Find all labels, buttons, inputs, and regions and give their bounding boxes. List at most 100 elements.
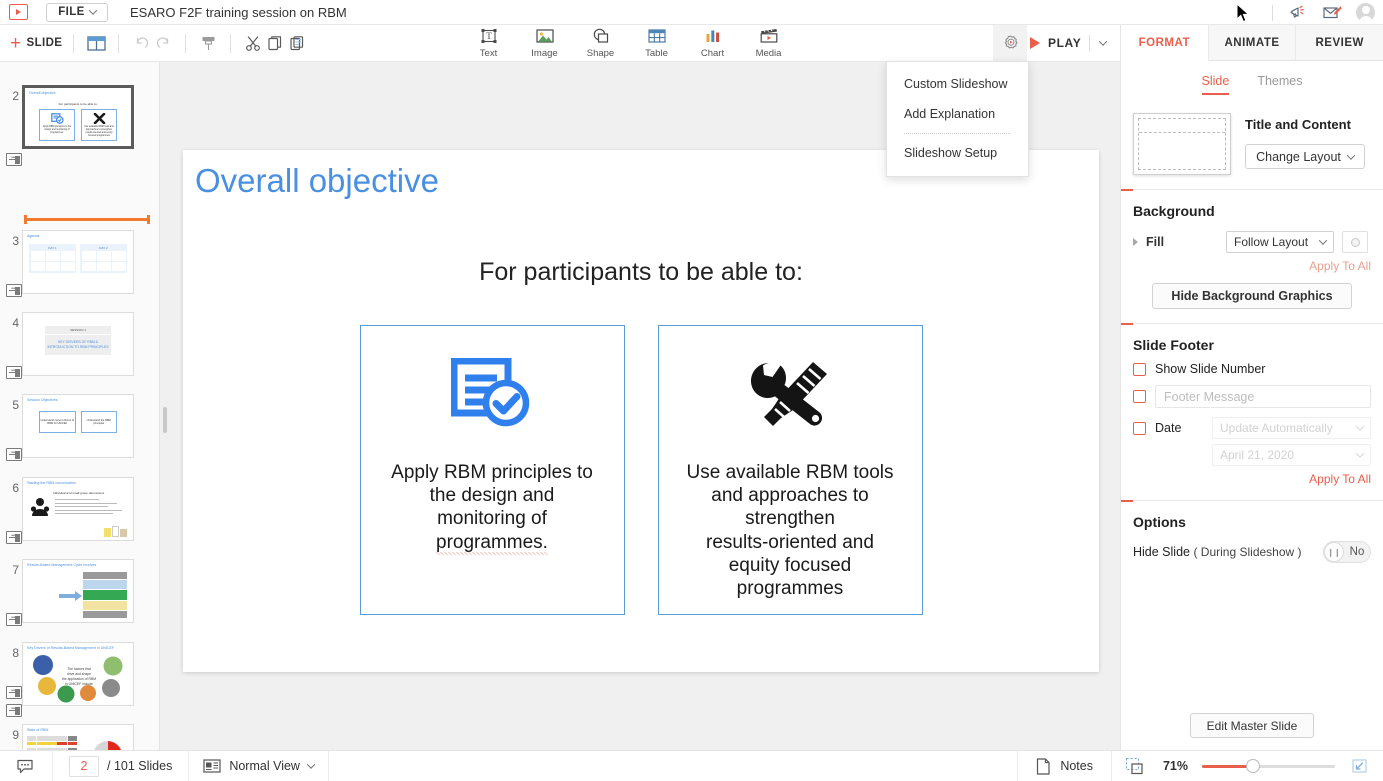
tab-review[interactable]: REVIEW [1296,25,1383,60]
subtab-themes[interactable]: Themes [1257,74,1302,95]
footer-message-input[interactable]: Footer Message [1155,385,1371,408]
change-layout-button[interactable]: Change Layout [1245,144,1365,169]
thumbnail-number: 2 [12,89,19,103]
slide-layout-preview[interactable] [1133,113,1231,175]
menu-divider [904,133,1011,134]
thumbnail-preview[interactable]: Results-Based Management Cycle involves [22,559,134,623]
insert-table-button[interactable]: Table [638,25,675,59]
thumbnail-add-slide-icon[interactable] [6,366,22,379]
tab-animate[interactable]: ANIMATE [1208,25,1297,60]
thumbnail-preview[interactable]: Key Drivers of Results-Based Management … [22,642,134,706]
thumbnail-item-9[interactable]: 9 State of RBM 34% [0,724,134,750]
app-logo-icon[interactable] [9,4,28,20]
thumbnail-item-3[interactable]: 3 Agenda DAY 1 DAY 2 [0,230,134,297]
show-slide-number-checkbox[interactable] [1133,362,1146,376]
tab-format[interactable]: FORMAT [1121,25,1209,61]
zoom-slider[interactable] [1202,759,1335,773]
chevron-down-icon [1346,150,1356,160]
document-title[interactable]: ESARO F2F training session on RBM [130,5,347,20]
thumbnail-item-8[interactable]: 8 Key Drivers of Results-Based Managemen… [0,642,134,717]
hide-background-graphics-button[interactable]: Hide Background Graphics [1152,283,1352,309]
thumbnail-preview[interactable]: Overall objective For participants to be… [22,85,134,149]
slide-layout-icon[interactable] [85,32,107,54]
thumbnail-preview[interactable]: Session Objectives Understand current dr… [22,394,134,458]
redo-icon[interactable] [152,32,174,54]
menu-item-add-explanation[interactable]: Add Explanation [887,99,1028,129]
thumb-title: Agenda [27,234,40,238]
divider [185,33,187,53]
thumb-title: Results-Based Management Cycle involves [27,563,97,567]
thumbnail-item-4[interactable]: 4 SESSION 1 KEY DRIVERS OF RBM & INTRODU… [0,312,134,379]
objective-card-1-text[interactable]: Apply RBM principles to the design and m… [377,461,607,555]
date-value-select[interactable]: April 21, 2020 [1212,444,1371,466]
slide-title[interactable]: Overall objective [195,162,439,200]
background-apply-to-all[interactable]: Apply To All [1121,253,1383,273]
thumbnail-add-slide-icon[interactable] [6,448,22,461]
edit-master-slide-button[interactable]: Edit Master Slide [1190,713,1314,738]
slideshow-settings-gear-icon[interactable] [993,25,1027,61]
notes-button[interactable]: Notes [1018,757,1111,775]
menu-item-custom-slideshow[interactable]: Custom Slideshow [887,69,1028,99]
play-triangle-icon [1030,37,1040,49]
paste-icon[interactable] [286,32,308,54]
thumbnail-item-5[interactable]: 5 Session Objectives Understand current … [0,394,134,461]
view-mode-selector[interactable]: Normal View [189,759,328,773]
thumbnail-animation-icon[interactable] [6,704,22,717]
slide-thumbnail-panel[interactable]: 2 Overall objective For participants to … [0,62,160,750]
scissors-icon[interactable] [242,32,264,54]
thumbnail-preview[interactable]: State of RBM 34% [22,724,134,750]
change-layout-label: Change Layout [1256,149,1341,164]
file-menu-button[interactable]: FILE [46,2,108,22]
insert-media-button[interactable]: Media [750,25,787,59]
thumbnail-add-slide-icon[interactable] [6,613,22,626]
thumbnail-add-slide-icon[interactable] [6,686,22,699]
date-checkbox[interactable] [1133,421,1146,435]
announcement-icon[interactable] [1286,2,1308,24]
undo-icon[interactable] [130,32,152,54]
divider [118,33,120,53]
footer-apply-to-all[interactable]: Apply To All [1121,466,1383,486]
top-bar: FILE ESARO F2F training session on RBM [0,0,1383,25]
comment-bubble-icon[interactable] [0,758,52,775]
insert-image-button[interactable]: Image [526,25,563,59]
expand-triangle-icon[interactable] [1133,238,1138,246]
active-slide[interactable]: Overall objective For participants to be… [183,150,1099,672]
zoom-slider-knob[interactable] [1246,759,1260,773]
thumbnail-add-slide-icon[interactable] [6,284,22,297]
current-slide-input[interactable]: 2 [69,755,99,777]
thumbnail-add-slide-icon[interactable] [6,531,22,544]
thumbnail-preview[interactable]: Agenda DAY 1 DAY 2 [22,230,134,294]
copy-icon[interactable] [264,32,286,54]
fill-color-swatch[interactable] [1342,231,1368,253]
thumb-title: State of RBM [27,728,49,732]
insert-shape-button[interactable]: Shape [582,25,619,59]
insert-chart-button[interactable]: Chart [694,25,731,59]
objective-card-2-text[interactable]: Use available RBM tools and approaches t… [673,461,908,600]
thumbnail-item-6[interactable]: 6 Starting the RBM conversation Individu… [0,477,134,544]
fit-to-window-icon[interactable] [1112,757,1157,775]
hide-slide-toggle[interactable]: ❙❙ No [1323,541,1371,563]
format-painter-icon[interactable] [197,32,219,54]
thumbnail-item-7[interactable]: 7 Results-Based Management Cycle involve… [0,559,134,626]
thumbnail-preview[interactable]: Starting the RBM conversation Individual… [22,477,134,541]
objective-card-1[interactable]: Apply RBM principles to the design and m… [359,325,625,615]
panel-splitter-handle[interactable] [163,407,167,433]
thumbnail-preview[interactable]: SESSION 1 KEY DRIVERS OF RBM & INTRODUCT… [22,312,134,376]
thumbnail-add-slide-icon[interactable] [6,153,22,166]
play-button[interactable]: PLAY [1030,25,1108,61]
footer-message-checkbox[interactable] [1133,390,1146,403]
objective-card-2[interactable]: Use available RBM tools and approaches t… [657,325,923,615]
user-avatar[interactable] [1356,3,1375,22]
subtab-slide[interactable]: Slide [1201,74,1230,95]
thumb-col-header: DAY 1 [48,245,57,250]
thumbnail-item-2[interactable]: 2 Overall objective For participants to … [0,85,134,166]
slide-subtitle[interactable]: For participants to be able to: [183,258,1099,287]
expand-icon[interactable] [1335,758,1383,774]
date-mode-select[interactable]: Update Automatically [1212,417,1371,439]
fill-select[interactable]: Follow Layout [1226,231,1334,253]
feedback-mail-icon[interactable] [1321,2,1343,24]
add-slide-button[interactable]: + SLIDE [10,34,62,53]
play-chevron-down-icon[interactable] [1099,37,1108,46]
insert-text-button[interactable]: T Text [470,25,507,59]
menu-item-slideshow-setup[interactable]: Slideshow Setup [887,138,1028,168]
